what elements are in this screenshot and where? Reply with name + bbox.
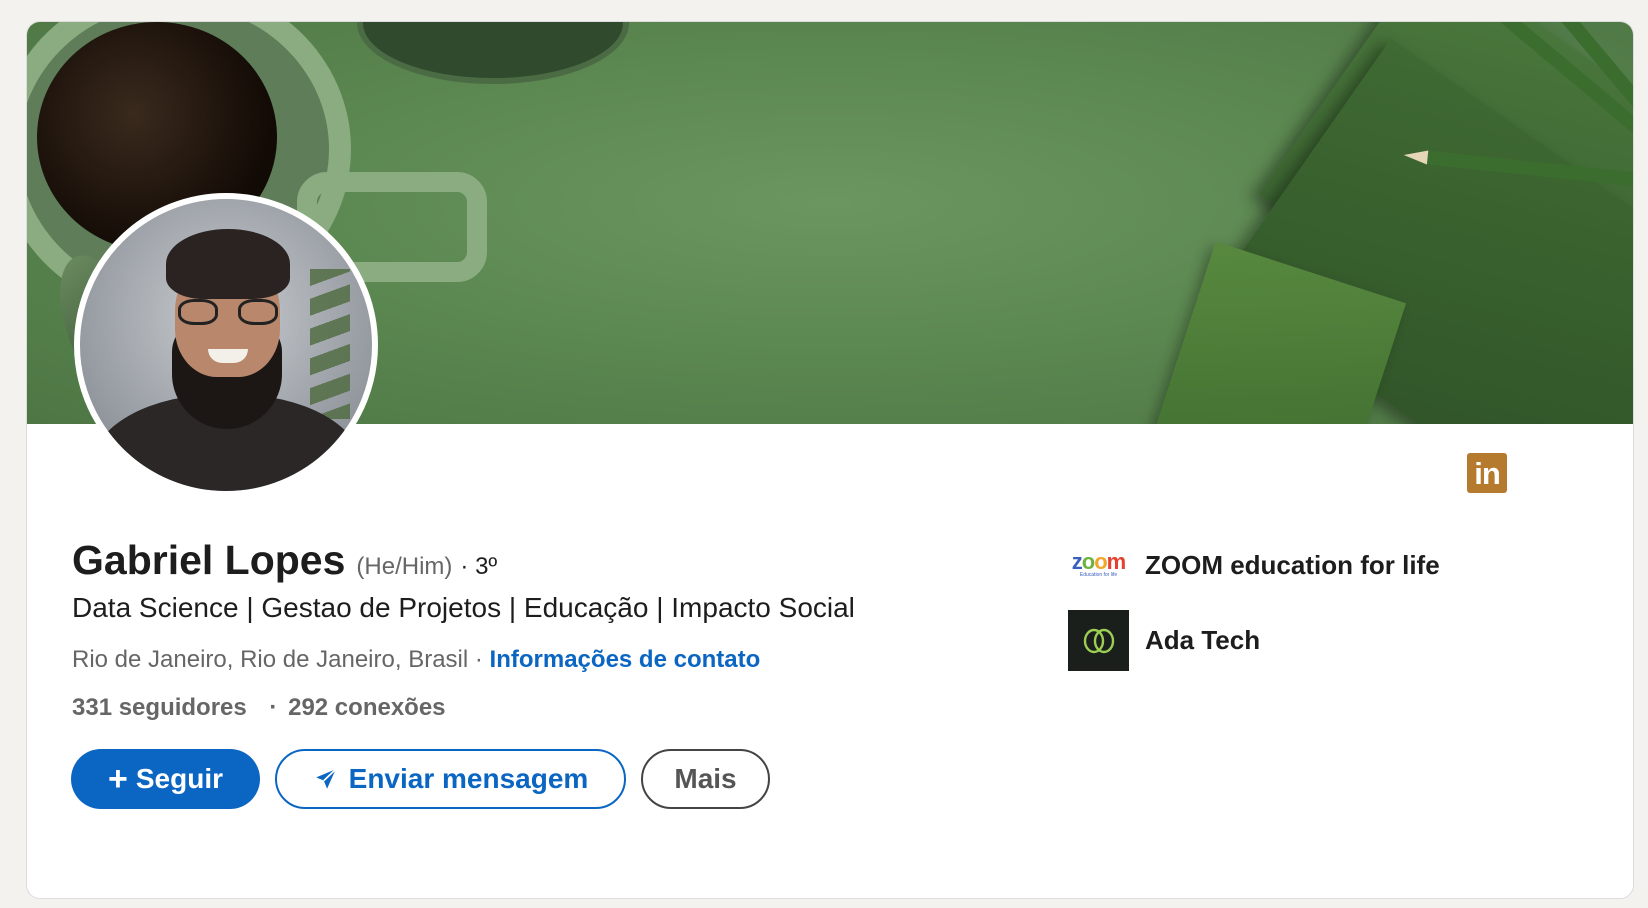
profile-card: in Gabriel Lopes (He/Him) · 3º Data Scie… bbox=[26, 21, 1634, 899]
connection-degree: · 3º bbox=[460, 553, 498, 580]
ada-leaf-icon bbox=[1068, 610, 1129, 671]
profile-name: Gabriel Lopes bbox=[72, 537, 346, 583]
profile-pronouns: (He/Him) bbox=[356, 553, 453, 580]
profile-headline: Data Science | Gestao de Projetos | Educ… bbox=[72, 592, 855, 623]
avatar-hair bbox=[166, 229, 290, 299]
followers-count[interactable]: 331 seguidores bbox=[72, 694, 247, 721]
plus-icon: + bbox=[108, 760, 128, 798]
avatar-plant bbox=[310, 269, 350, 419]
send-message-label: Enviar mensagem bbox=[348, 763, 589, 794]
location-separator: · bbox=[474, 646, 483, 673]
name-row: Gabriel Lopes (He/Him) · 3º bbox=[72, 537, 497, 584]
stats-row: 331 seguidores · 292 conexões bbox=[72, 694, 446, 722]
zoom-logo-word: zoom bbox=[1071, 549, 1126, 574]
paper-plane-icon bbox=[315, 768, 337, 789]
zoom-logo-sub: Education for life bbox=[1079, 572, 1118, 578]
profile-location: Rio de Janeiro, Rio de Janeiro, Brasil bbox=[72, 646, 469, 673]
avatar-glasses bbox=[178, 299, 278, 325]
stats-separator: · bbox=[269, 694, 278, 721]
contact-info-link[interactable]: Informações de contato bbox=[490, 646, 761, 673]
follow-button[interactable]: + Seguir bbox=[71, 749, 260, 809]
connections-count[interactable]: 292 conexões bbox=[288, 694, 445, 721]
profile-avatar[interactable] bbox=[74, 193, 378, 497]
company-name: Ada Tech bbox=[1145, 625, 1261, 655]
follow-label: Seguir bbox=[135, 763, 223, 794]
linkedin-icon[interactable]: in bbox=[1467, 453, 1507, 493]
more-label: Mais bbox=[674, 763, 737, 794]
send-message-button[interactable]: Enviar mensagem bbox=[275, 749, 626, 809]
more-button[interactable]: Mais bbox=[641, 749, 770, 809]
company-ada[interactable]: Ada Tech bbox=[1068, 610, 1260, 671]
banner-plate bbox=[357, 22, 629, 84]
location-row: Rio de Janeiro, Rio de Janeiro, Brasil ·… bbox=[72, 646, 760, 674]
zoom-logo-icon: zoom Education for life bbox=[1068, 545, 1129, 585]
company-zoom[interactable]: zoom Education for life ZOOM education f… bbox=[1068, 545, 1440, 585]
company-name: ZOOM education for life bbox=[1145, 549, 1440, 580]
